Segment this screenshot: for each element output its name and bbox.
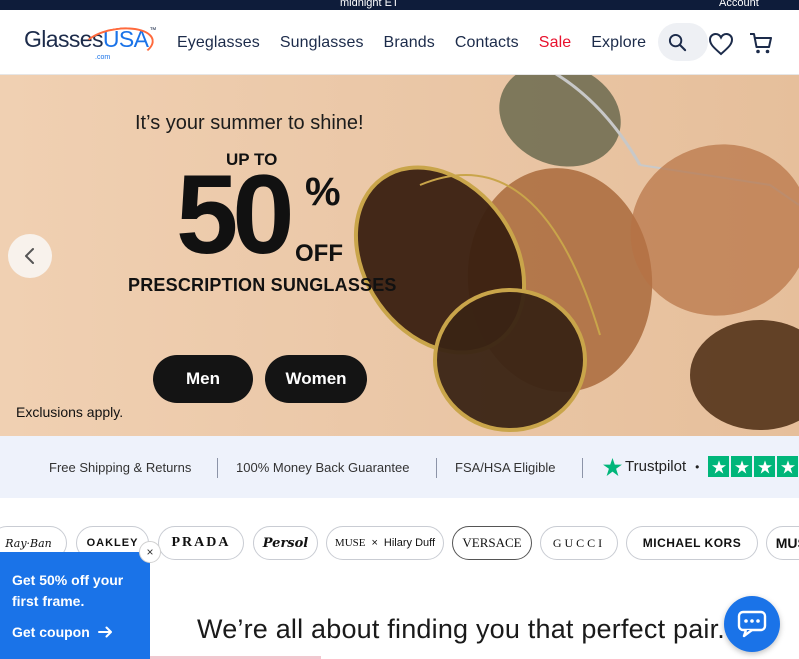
search-button[interactable]: [658, 23, 708, 61]
sunglasses-illustration: [353, 75, 799, 432]
star-icon: [777, 456, 799, 477]
glassesusa-logo[interactable]: Glasses USA ™ .com: [24, 23, 157, 67]
hero-tagline: It’s your summer to shine!: [135, 112, 364, 134]
coupon-popup[interactable]: Get 50% off your first frame. Get coupon: [0, 552, 150, 659]
search-icon: [668, 33, 687, 52]
trustpilot-rating[interactable]: Trustpilot •: [603, 456, 799, 477]
divider: [436, 458, 437, 478]
heart-icon[interactable]: [708, 32, 734, 56]
brand-collab-x: ×: [371, 537, 378, 549]
star-icon: [708, 456, 730, 477]
nav-explore[interactable]: Explore: [591, 34, 646, 52]
trustpilot-label: Trustpilot: [625, 458, 687, 475]
top-promo-bar: midnight ET Account: [0, 0, 799, 10]
main-nav: Eyeglasses Sunglasses Brands Contacts Sa…: [177, 34, 666, 52]
trustpilot-stars: [708, 456, 799, 477]
chat-icon: [737, 610, 767, 638]
cart-icon[interactable]: [749, 31, 773, 55]
trustpilot-dot: •: [695, 459, 700, 474]
nav-sunglasses[interactable]: Sunglasses: [280, 34, 364, 52]
section-headline: We’re all about finding you that perfect…: [197, 614, 726, 644]
hero-product: PRESCRIPTION SUNGLASSES: [128, 275, 397, 295]
brand-gucci[interactable]: GUCCI: [540, 526, 618, 560]
hero-discount-number: 50: [176, 152, 295, 277]
chat-button[interactable]: [724, 596, 780, 652]
close-icon[interactable]: ×: [139, 541, 161, 563]
nav-brands[interactable]: Brands: [384, 34, 435, 52]
logo-dotcom: .com: [95, 54, 111, 61]
hero-banner[interactable]: It’s your summer to shine! UP TO 50 % OF…: [0, 75, 799, 436]
get-coupon-label: Get coupon: [12, 624, 90, 640]
benefits-bar: Free Shipping & Returns 100% Money Back …: [0, 436, 799, 498]
coupon-text: Get 50% off your first frame.: [12, 572, 124, 609]
nav-contacts[interactable]: Contacts: [455, 34, 519, 52]
arrow-right-icon: [97, 626, 112, 638]
nav-sale[interactable]: Sale: [539, 34, 571, 52]
get-coupon-button[interactable]: Get coupon: [12, 624, 113, 640]
benefit-fsa: FSA/HSA Eligible: [455, 460, 556, 475]
promo-text: midnight ET: [340, 0, 399, 9]
trustpilot-star-icon: [603, 457, 622, 476]
hero-disclaimer: Exclusions apply.: [16, 404, 124, 420]
shop-women-button[interactable]: Women: [265, 355, 367, 403]
chevron-left-icon: [25, 248, 34, 264]
brand-muse-label: MUSE: [334, 537, 366, 549]
brand-hilary-duff-label: Hilary Duff: [383, 537, 436, 549]
star-icon: [731, 456, 753, 477]
brand-prada[interactable]: PRADA: [158, 526, 244, 560]
brand-muse[interactable]: MUSE: [766, 526, 799, 560]
hero-percent: %: [305, 170, 341, 214]
benefit-guarantee: 100% Money Back Guarantee: [236, 460, 410, 475]
logo-trademark: ™: [149, 27, 157, 34]
brand-versace[interactable]: VERSACE: [452, 526, 532, 560]
hero-off: OFF: [295, 240, 343, 267]
brand-muse-hilary-duff[interactable]: MUSE × Hilary Duff: [326, 526, 444, 560]
shop-men-button[interactable]: Men: [153, 355, 253, 403]
benefit-shipping: Free Shipping & Returns: [49, 460, 192, 475]
divider: [217, 458, 218, 478]
brand-persol[interactable]: Persol: [253, 526, 318, 560]
brand-michael-kors[interactable]: MICHAEL KORS: [626, 526, 758, 560]
star-icon: [754, 456, 776, 477]
account-link[interactable]: Account: [719, 0, 759, 9]
carousel-prev-button[interactable]: [8, 234, 52, 278]
divider: [582, 458, 583, 478]
site-header: Glasses USA ™ .com Eyeglasses Sunglasses…: [0, 10, 799, 75]
nav-eyeglasses[interactable]: Eyeglasses: [177, 34, 260, 52]
